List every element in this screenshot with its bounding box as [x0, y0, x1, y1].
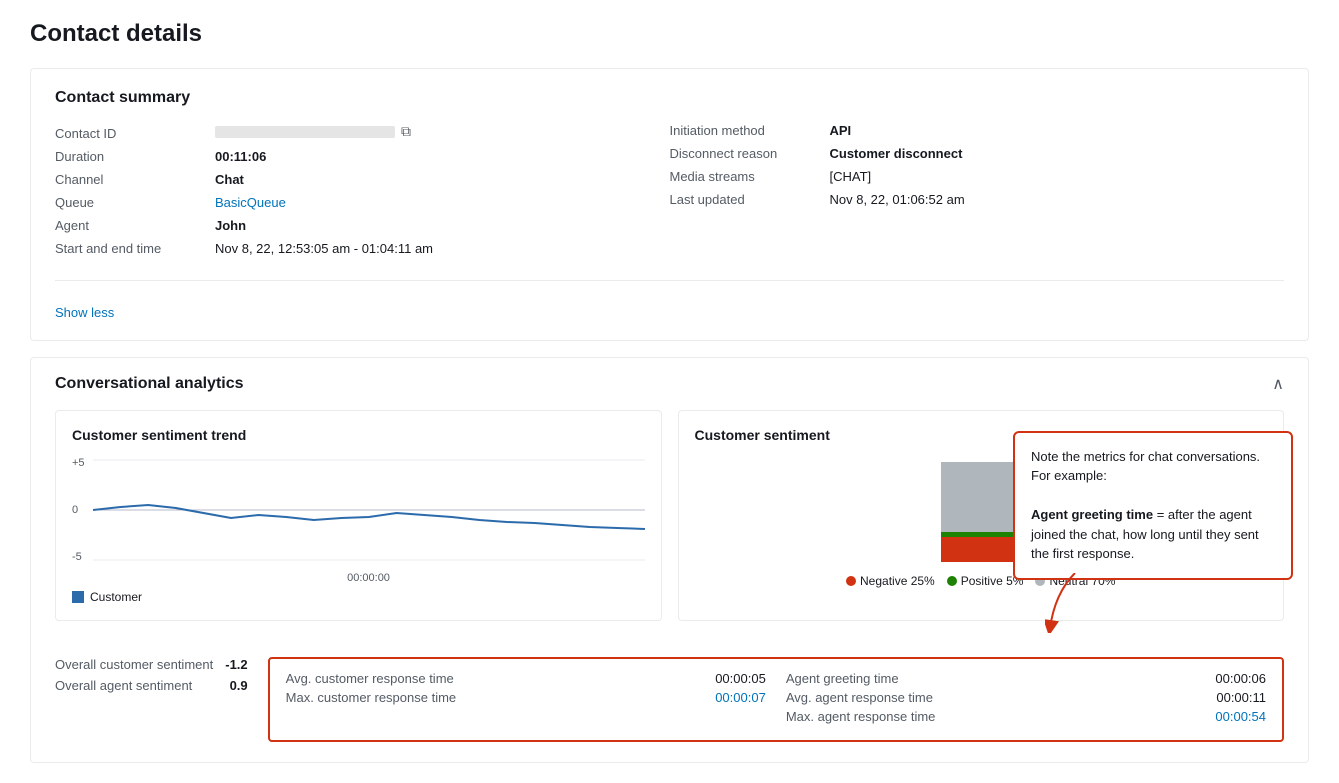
- contact-id-value: ⧉: [215, 123, 411, 140]
- agent-greeting-value: 00:00:06: [1215, 671, 1266, 686]
- sentiment-trend-chart: Customer sentiment trend +5 0 -5: [55, 410, 662, 621]
- avg-customer-response-label: Avg. customer response time: [286, 671, 454, 686]
- summary-left-col: Contact ID ⧉ Duration 00:11:06 Channel C…: [55, 123, 670, 264]
- chevron-up-icon[interactable]: ∧: [1272, 374, 1284, 394]
- callout-text1: Note the metrics for chat conversations.…: [1031, 449, 1260, 484]
- last-updated-value: Nov 8, 22, 01:06:52 am: [830, 192, 965, 207]
- trend-chart-svg: [93, 455, 645, 565]
- y-label-zero: 0: [72, 504, 85, 516]
- page-title: Contact details: [30, 20, 1309, 48]
- channel-value: Chat: [215, 172, 244, 187]
- max-customer-response-label: Max. customer response time: [286, 690, 457, 705]
- queue-row: Queue BasicQueue: [55, 195, 630, 210]
- disconnect-reason-label: Disconnect reason: [670, 146, 830, 161]
- copy-icon[interactable]: ⧉: [401, 123, 411, 140]
- contact-summary-title: Contact summary: [55, 89, 1284, 107]
- agent-row: Agent John: [55, 218, 630, 233]
- avg-agent-response-row: Avg. agent response time 00:00:11: [786, 690, 1266, 705]
- customer-legend-square: [72, 591, 84, 603]
- conversational-analytics-section: Conversational analytics ∧ Customer sent…: [30, 357, 1309, 763]
- y-label-minus5: -5: [72, 551, 85, 563]
- analytics-title: Conversational analytics: [55, 375, 244, 393]
- trend-legend: Customer: [72, 590, 645, 604]
- callout-box: Note the metrics for chat conversations.…: [1013, 431, 1293, 580]
- analytics-header[interactable]: Conversational analytics ∧: [31, 358, 1308, 410]
- agent-greeting-row: Agent greeting time 00:00:06: [786, 671, 1266, 686]
- queue-label: Queue: [55, 195, 215, 210]
- negative-legend-item: Negative 25%: [846, 574, 935, 588]
- trend-legend-label: Customer: [90, 590, 142, 604]
- avg-customer-response-value: 00:00:05: [715, 671, 766, 686]
- positive-legend-item: Positive 5%: [947, 574, 1024, 588]
- charts-row: Customer sentiment trend +5 0 -5: [55, 410, 1284, 621]
- initiation-method-label: Initiation method: [670, 123, 830, 138]
- agent-metrics-col: Agent greeting time 00:00:06 Avg. agent …: [786, 671, 1266, 728]
- duration-row: Duration 00:11:06: [55, 149, 630, 164]
- detailed-metrics-grid: Avg. customer response time 00:00:05 Max…: [286, 671, 1266, 728]
- sentiment-trend-title: Customer sentiment trend: [72, 427, 645, 443]
- media-streams-row: Media streams [CHAT]: [670, 169, 1245, 184]
- customer-metrics-col: Avg. customer response time 00:00:05 Max…: [286, 671, 766, 728]
- avg-agent-response-value: 00:00:11: [1216, 690, 1266, 705]
- max-agent-response-value[interactable]: 00:00:54: [1215, 709, 1266, 724]
- divider: [55, 280, 1284, 281]
- analytics-content: Customer sentiment trend +5 0 -5: [31, 410, 1308, 762]
- contact-id-row: Contact ID ⧉: [55, 123, 630, 141]
- disconnect-reason-value: Customer disconnect: [830, 146, 963, 161]
- trend-x-label: 00:00:00: [93, 572, 645, 584]
- channel-label: Channel: [55, 172, 215, 187]
- bar-neutral: [941, 462, 1021, 532]
- start-end-row: Start and end time Nov 8, 22, 12:53:05 a…: [55, 241, 630, 256]
- avg-agent-response-label: Avg. agent response time: [786, 690, 933, 705]
- agent-greeting-label: Agent greeting time: [786, 671, 899, 686]
- media-streams-value: [CHAT]: [830, 169, 872, 184]
- agent-label: Agent: [55, 218, 215, 233]
- start-end-value: Nov 8, 22, 12:53:05 am - 01:04:11 am: [215, 241, 433, 256]
- queue-value[interactable]: BasicQueue: [215, 195, 286, 210]
- negative-legend-label: Negative 25%: [860, 574, 935, 588]
- contact-summary-grid: Contact ID ⧉ Duration 00:11:06 Channel C…: [55, 123, 1284, 264]
- max-agent-response-label: Max. agent response time: [786, 709, 936, 724]
- bar-negative: [941, 537, 1021, 562]
- overall-customer-sentiment-label: Overall customer sentiment: [55, 657, 213, 672]
- duration-value: 00:11:06: [215, 149, 266, 164]
- last-updated-row: Last updated Nov 8, 22, 01:06:52 am: [670, 192, 1245, 207]
- show-less-link[interactable]: Show less: [55, 305, 114, 320]
- callout-bold: Agent greeting time: [1031, 507, 1153, 522]
- overall-agent-sentiment-row: Overall agent sentiment 0.9: [55, 678, 248, 693]
- contact-id-blurred: [215, 126, 395, 138]
- overall-metrics: Overall customer sentiment -1.2 Overall …: [55, 657, 248, 699]
- last-updated-label: Last updated: [670, 192, 830, 207]
- overall-customer-sentiment-value: -1.2: [225, 657, 247, 672]
- max-agent-response-row: Max. agent response time 00:00:54: [786, 709, 1266, 724]
- media-streams-label: Media streams: [670, 169, 830, 184]
- metrics-bottom-row: Overall customer sentiment -1.2 Overall …: [55, 641, 1284, 742]
- max-customer-response-value[interactable]: 00:00:07: [715, 690, 766, 705]
- initiation-method-value: API: [830, 123, 852, 138]
- duration-label: Duration: [55, 149, 215, 164]
- overall-agent-sentiment-label: Overall agent sentiment: [55, 678, 192, 693]
- start-end-label: Start and end time: [55, 241, 215, 256]
- initiation-method-row: Initiation method API: [670, 123, 1245, 138]
- channel-row: Channel Chat: [55, 172, 630, 187]
- positive-legend-dot: [947, 576, 957, 586]
- summary-right-col: Initiation method API Disconnect reason …: [670, 123, 1285, 264]
- negative-legend-dot: [846, 576, 856, 586]
- overall-customer-sentiment-row: Overall customer sentiment -1.2: [55, 657, 248, 672]
- overall-agent-sentiment-value: 0.9: [230, 678, 248, 693]
- disconnect-reason-row: Disconnect reason Customer disconnect: [670, 146, 1245, 161]
- avg-customer-response-row: Avg. customer response time 00:00:05: [286, 671, 766, 686]
- contact-id-label: Contact ID: [55, 126, 215, 141]
- agent-value: John: [215, 218, 246, 233]
- callout-arrow-icon: [1045, 573, 1105, 633]
- y-label-plus5: +5: [72, 457, 85, 469]
- sentiment-bar-stack: [941, 462, 1021, 562]
- contact-summary-section: Contact summary Contact ID ⧉ Duration 00…: [30, 68, 1309, 341]
- customer-sentiment-chart: Customer sentiment Negative 25%: [678, 410, 1285, 621]
- detailed-metrics-box: Avg. customer response time 00:00:05 Max…: [268, 657, 1284, 742]
- max-customer-response-row: Max. customer response time 00:00:07: [286, 690, 766, 705]
